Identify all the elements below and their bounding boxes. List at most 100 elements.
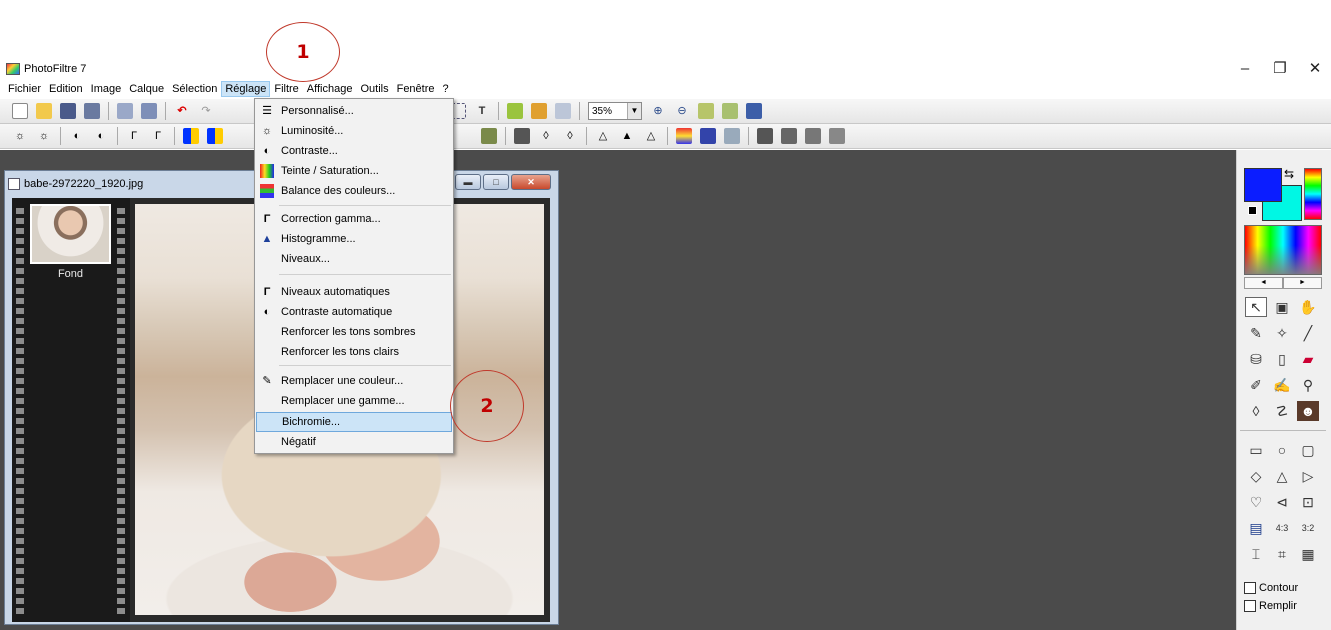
- new-file-icon[interactable]: [12, 103, 28, 119]
- window-icon[interactable]: [555, 103, 571, 119]
- contour-checkbox[interactable]: Contour: [1244, 582, 1298, 594]
- foreground-color-swatch[interactable]: [1244, 168, 1282, 202]
- advanced-brush-tool-icon[interactable]: ✍: [1271, 375, 1293, 395]
- mask-icon[interactable]: [781, 128, 797, 144]
- menu-item-contraste-auto[interactable]: ◐ Contraste automatique: [256, 302, 452, 322]
- redo-icon[interactable]: ↷: [198, 103, 214, 119]
- spray-tool-icon[interactable]: ▯: [1271, 349, 1293, 369]
- menu-item-contraste[interactable]: ◐ Contraste...: [256, 141, 452, 161]
- menu-item-negatif[interactable]: Négatif: [256, 432, 452, 452]
- brightness-minus-icon[interactable]: ☼: [12, 128, 28, 144]
- smudge-tool-icon[interactable]: ☡: [1271, 401, 1293, 421]
- swap-colors-icon[interactable]: ⇆: [1284, 167, 1294, 181]
- line-tool-icon[interactable]: ╱: [1297, 323, 1319, 343]
- fullscreen-icon[interactable]: [746, 103, 762, 119]
- contrast-minus-icon[interactable]: ◐: [69, 128, 85, 144]
- menu-item-histogramme[interactable]: ▲ Histogramme...: [256, 229, 452, 249]
- menu-filtre[interactable]: Filtre: [270, 81, 302, 97]
- window-box-icon[interactable]: ▦: [1297, 544, 1319, 564]
- sharpen-more-icon[interactable]: △: [643, 128, 659, 144]
- saturation-minus-icon[interactable]: [183, 128, 199, 144]
- stamp-tool-icon[interactable]: ⚲: [1297, 375, 1319, 395]
- brightness-plus-icon[interactable]: ☼: [36, 128, 52, 144]
- ratio-4-3-icon[interactable]: 4:3: [1271, 518, 1293, 538]
- close-button[interactable]: ✕: [1300, 58, 1330, 80]
- drop-sharp-icon[interactable]: ◊: [562, 128, 578, 144]
- ellipse-shape-icon[interactable]: ○: [1271, 440, 1293, 460]
- menu-reglage[interactable]: Réglage: [221, 81, 271, 97]
- menu-item-personnalise[interactable]: ☰ Personnalisé...: [256, 101, 452, 121]
- diamond-shape-icon[interactable]: ◇: [1245, 466, 1267, 486]
- rounded-rect-shape-icon[interactable]: ▢: [1297, 440, 1319, 460]
- save-icon[interactable]: [60, 103, 76, 119]
- right-triangle-shape-icon[interactable]: ▷: [1297, 466, 1319, 486]
- chevron-down-icon[interactable]: ▼: [627, 103, 641, 119]
- drop-soft-icon[interactable]: ◊: [538, 128, 554, 144]
- doc-close-button[interactable]: ✕: [511, 174, 551, 190]
- blur-icon[interactable]: [514, 128, 530, 144]
- menu-item-correction-gamma[interactable]: Γ Correction gamma...: [256, 209, 452, 229]
- gamma-plus-icon[interactable]: Γ: [150, 128, 166, 144]
- menu-item-luminosite[interactable]: ☼ Luminosité...: [256, 121, 452, 141]
- export-icon[interactable]: [829, 128, 845, 144]
- menu-item-remplacer-couleur[interactable]: ✎ Remplacer une couleur...: [256, 371, 452, 391]
- menu-calque[interactable]: Calque: [125, 81, 168, 97]
- color-spectrum[interactable]: [1244, 225, 1322, 275]
- sharpen-icon[interactable]: ▲: [619, 128, 635, 144]
- undo-icon[interactable]: ↶: [174, 103, 190, 119]
- text-tool-icon[interactable]: T: [474, 103, 490, 119]
- texture-icon[interactable]: [724, 128, 740, 144]
- save-as-icon[interactable]: [84, 103, 100, 119]
- menu-item-tons-sombres[interactable]: Renforcer les tons sombres: [256, 322, 452, 342]
- open-folder-icon[interactable]: [36, 103, 52, 119]
- zoom-in-icon[interactable]: ⊕: [650, 103, 666, 119]
- menu-item-niveaux-auto[interactable]: Γ Niveaux automatiques: [256, 282, 452, 302]
- menu-edition[interactable]: Edition: [45, 81, 87, 97]
- menu-item-remplacer-gamme[interactable]: Remplacer une gamme...: [256, 391, 452, 411]
- minimize-button[interactable]: –: [1230, 58, 1260, 80]
- scan-icon[interactable]: [141, 103, 157, 119]
- polygon-shape-icon[interactable]: ⊲: [1271, 492, 1293, 512]
- rectangle-shape-icon[interactable]: ▭: [1245, 440, 1267, 460]
- ratio-3-2-icon[interactable]: 3:2: [1297, 518, 1319, 538]
- transform-icon[interactable]: [757, 128, 773, 144]
- plugins-icon[interactable]: [507, 103, 523, 119]
- blur-tool-icon[interactable]: ◊: [1245, 401, 1267, 421]
- scroll-right-button[interactable]: ►: [1283, 277, 1322, 289]
- hue-bar[interactable]: [1304, 168, 1322, 220]
- menu-item-teinte-saturation[interactable]: Teinte / Saturation...: [256, 161, 452, 181]
- open-shape-icon[interactable]: ⊡: [1297, 492, 1319, 512]
- lasso-shape-icon[interactable]: ♡: [1245, 492, 1267, 512]
- print-icon[interactable]: [117, 103, 133, 119]
- default-colors-icon[interactable]: [1248, 206, 1257, 215]
- saturation-plus-icon[interactable]: [207, 128, 223, 144]
- gamma-minus-icon[interactable]: Γ: [126, 128, 142, 144]
- emboss-icon[interactable]: △: [595, 128, 611, 144]
- doc-maximize-button[interactable]: □: [483, 174, 509, 190]
- menu-item-niveaux[interactable]: Niveaux...: [256, 249, 452, 269]
- restore-button[interactable]: ❐: [1265, 58, 1295, 80]
- remplir-checkbox[interactable]: Remplir: [1244, 600, 1297, 612]
- fill-tool-icon[interactable]: ⛁: [1245, 349, 1267, 369]
- menu-item-tons-clairs[interactable]: Renforcer les tons clairs: [256, 342, 452, 362]
- triangle-shape-icon[interactable]: △: [1271, 466, 1293, 486]
- eraser-tool-icon[interactable]: ▰: [1297, 349, 1319, 369]
- selection-tool-icon[interactable]: ▣: [1271, 297, 1293, 317]
- zoom-out-icon[interactable]: ⊖: [674, 103, 690, 119]
- hand-tool-icon[interactable]: ✋: [1297, 297, 1319, 317]
- actual-size-icon[interactable]: [722, 103, 738, 119]
- menu-help[interactable]: ?: [439, 81, 453, 97]
- menu-selection[interactable]: Sélection: [168, 81, 221, 97]
- contrast-plus-icon[interactable]: ◐: [93, 128, 109, 144]
- menu-fichier[interactable]: Fichier: [4, 81, 45, 97]
- remplir-checkbox-box[interactable]: [1244, 600, 1256, 612]
- select-all-icon[interactable]: ▤: [1245, 518, 1267, 538]
- menu-fenetre[interactable]: Fenêtre: [393, 81, 439, 97]
- text-box-icon[interactable]: ⌶: [1245, 544, 1267, 564]
- grid-effect-icon[interactable]: [481, 128, 497, 144]
- eyedropper-tool-icon[interactable]: ✎: [1245, 323, 1267, 343]
- effects-icon[interactable]: [531, 103, 547, 119]
- menu-image[interactable]: Image: [87, 81, 126, 97]
- doc-minimize-button[interactable]: ▬: [455, 174, 481, 190]
- frame-icon[interactable]: [805, 128, 821, 144]
